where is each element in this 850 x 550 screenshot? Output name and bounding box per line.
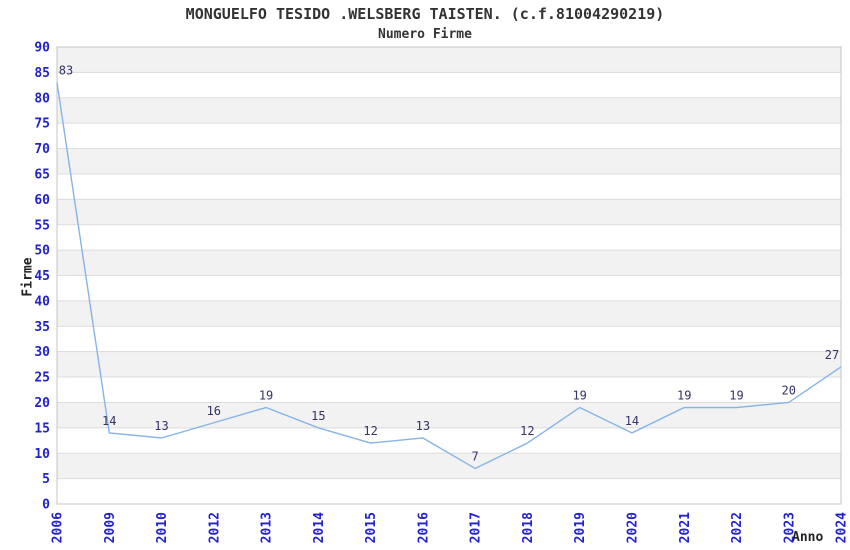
x-tick-label: 2015 bbox=[364, 512, 379, 543]
data-label: 14 bbox=[625, 414, 639, 428]
data-label: 27 bbox=[825, 348, 839, 362]
data-label: 19 bbox=[729, 389, 743, 403]
x-tick-label: 2021 bbox=[678, 512, 693, 543]
y-tick-label: 90 bbox=[34, 41, 50, 56]
y-tick-label: 25 bbox=[34, 371, 50, 386]
y-tick-label: 5 bbox=[42, 472, 50, 487]
y-tick-label: 30 bbox=[34, 345, 50, 360]
y-tick-label: 50 bbox=[34, 244, 50, 259]
data-label: 20 bbox=[782, 383, 796, 397]
y-tick-label: 80 bbox=[34, 91, 50, 106]
y-tick-label: 10 bbox=[34, 447, 50, 462]
x-tick-label: 2009 bbox=[103, 512, 118, 543]
data-label: 7 bbox=[472, 449, 479, 463]
x-tick-label: 2013 bbox=[260, 512, 275, 543]
grid-band bbox=[57, 47, 841, 72]
x-tick-label: 2019 bbox=[573, 512, 588, 543]
y-tick-label: 85 bbox=[34, 66, 50, 81]
grid-band bbox=[57, 402, 841, 427]
y-tick-label: 15 bbox=[34, 421, 50, 436]
x-tick-label: 2006 bbox=[51, 512, 66, 543]
data-label: 19 bbox=[572, 389, 586, 403]
y-tick-label: 0 bbox=[42, 498, 50, 513]
y-tick-label: 70 bbox=[34, 142, 50, 157]
grid-band bbox=[57, 250, 841, 275]
grid-band bbox=[57, 352, 841, 377]
data-label: 12 bbox=[520, 424, 534, 438]
y-tick-label: 55 bbox=[34, 218, 50, 233]
data-label: 16 bbox=[207, 404, 221, 418]
data-label: 13 bbox=[154, 419, 168, 433]
grid-band bbox=[57, 149, 841, 174]
grid-band bbox=[57, 301, 841, 326]
y-tick-label: 60 bbox=[34, 193, 50, 208]
grid-band bbox=[57, 98, 841, 123]
x-tick-label: 2024 bbox=[835, 512, 850, 543]
data-label: 19 bbox=[677, 389, 691, 403]
y-tick-label: 35 bbox=[34, 320, 50, 335]
x-tick-label: 2020 bbox=[625, 512, 640, 543]
data-label: 14 bbox=[102, 414, 116, 428]
plot-area: 0 5 10 15 20 25 30 35 40 45 50 55 60 65 70 75 80 85 90 2006… bbox=[0, 0, 850, 550]
data-label: 12 bbox=[363, 424, 377, 438]
data-label: 83 bbox=[59, 64, 73, 78]
y-tick-label: 20 bbox=[34, 396, 50, 411]
x-tick-label: 2014 bbox=[312, 512, 327, 543]
data-label: 15 bbox=[311, 409, 325, 423]
x-tick-label: 2012 bbox=[207, 512, 222, 543]
x-tick-label: 2018 bbox=[521, 512, 536, 543]
y-tick-label: 45 bbox=[34, 269, 50, 284]
data-label: 13 bbox=[416, 419, 430, 433]
x-tick-label: 2022 bbox=[730, 512, 745, 543]
y-tick-label: 65 bbox=[34, 167, 50, 182]
line-chart: MONGUELFO TESIDO .WELSBERG TAISTEN. (c.f… bbox=[0, 0, 850, 550]
x-tick-label: 2016 bbox=[416, 512, 431, 543]
x-tick-label: 2017 bbox=[469, 512, 484, 543]
x-tick-label: 2010 bbox=[155, 512, 170, 543]
x-tick-label: 2023 bbox=[782, 512, 797, 543]
data-label: 19 bbox=[259, 389, 273, 403]
y-tick-label: 40 bbox=[34, 294, 50, 309]
grid-band bbox=[57, 199, 841, 224]
y-tick-label: 75 bbox=[34, 117, 50, 132]
grid-band bbox=[57, 453, 841, 478]
